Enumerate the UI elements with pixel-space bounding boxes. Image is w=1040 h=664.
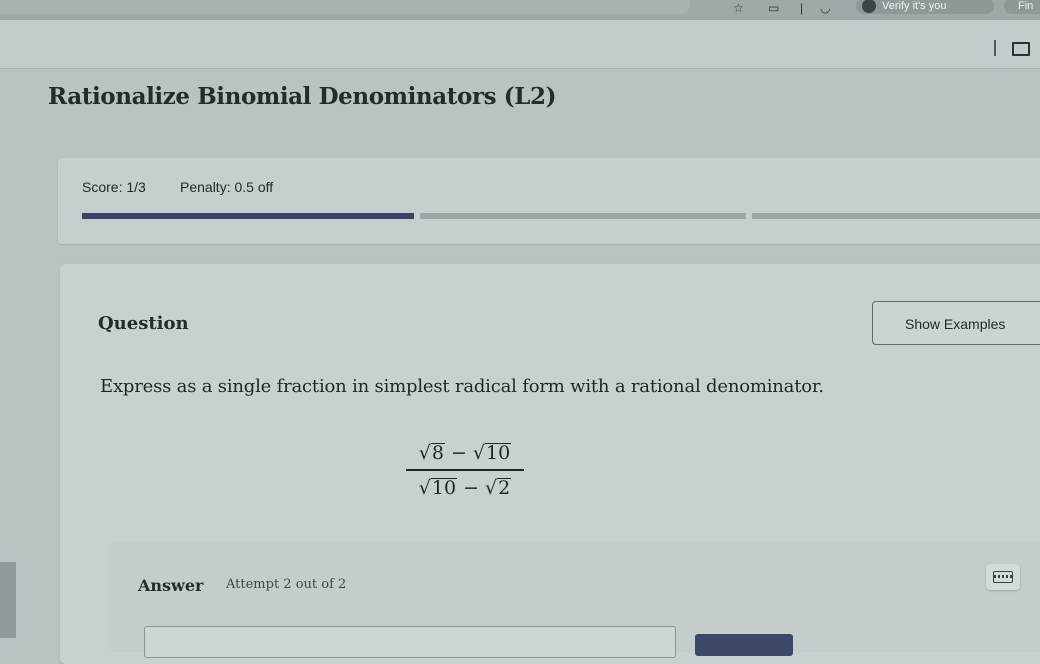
fraction-numerator: √8− √10	[406, 442, 524, 464]
folder-icon[interactable]	[1012, 42, 1030, 56]
radicand: 2	[497, 477, 512, 499]
show-examples-button[interactable]: Show Examples	[872, 301, 1040, 345]
verify-profile-button[interactable]: Verify it's you	[856, 0, 994, 14]
sqrt-symbol: √	[485, 477, 498, 499]
divider-icon: |	[800, 1, 804, 15]
find-text: Fin	[1018, 0, 1034, 12]
find-button[interactable]: Fin	[1004, 0, 1040, 14]
radicand: 10	[485, 442, 512, 464]
sqrt-symbol: √	[418, 477, 431, 499]
sqrt-symbol: √	[418, 442, 431, 464]
question-instruction: Express as a single fraction in simplest…	[100, 376, 824, 397]
score-text: Score: 1/3	[82, 179, 146, 195]
side-panel-edge	[0, 562, 16, 638]
address-bar[interactable]	[0, 0, 690, 14]
extension-icon[interactable]: ▭	[768, 1, 779, 15]
fraction-denominator: √10− √2	[406, 477, 524, 499]
progress-segment-complete	[82, 213, 414, 219]
avatar	[862, 0, 876, 13]
progress-segment	[420, 213, 746, 219]
question-label: Question	[98, 313, 189, 334]
submit-button[interactable]	[695, 634, 793, 656]
app-header	[0, 20, 1040, 69]
math-fraction: √8− √10 √10− √2	[406, 442, 524, 499]
answer-card: Answer Attempt 2 out of 2	[110, 542, 1040, 658]
radicand: 10	[430, 477, 458, 499]
penalty-text: Penalty: 0.5 off	[180, 179, 274, 195]
answer-input[interactable]	[144, 626, 676, 658]
page-title: Rationalize Binomial Denominators (L2)	[48, 83, 557, 110]
star-icon[interactable]: ☆	[733, 1, 744, 15]
keyboard-button[interactable]	[986, 564, 1020, 590]
minus-operator: −	[463, 477, 479, 499]
keyboard-icon	[993, 571, 1013, 583]
minus-operator: −	[450, 442, 467, 464]
browser-top-bar: ☆ ▭ | ◡ Verify it's you Fin	[0, 0, 1040, 20]
radicand: 8	[430, 442, 445, 464]
score-card: Score: 1/3 Penalty: 0.5 off	[58, 158, 1040, 244]
sqrt-symbol: √	[472, 442, 486, 464]
header-divider	[994, 40, 996, 56]
shield-icon[interactable]: ◡	[820, 1, 830, 15]
verify-text: Verify it's you	[882, 0, 947, 12]
answer-label: Answer	[138, 576, 204, 595]
fraction-bar	[406, 469, 524, 471]
progress-segment	[752, 213, 1040, 219]
progress-bar	[82, 213, 1040, 219]
attempt-counter: Attempt 2 out of 2	[226, 577, 347, 592]
